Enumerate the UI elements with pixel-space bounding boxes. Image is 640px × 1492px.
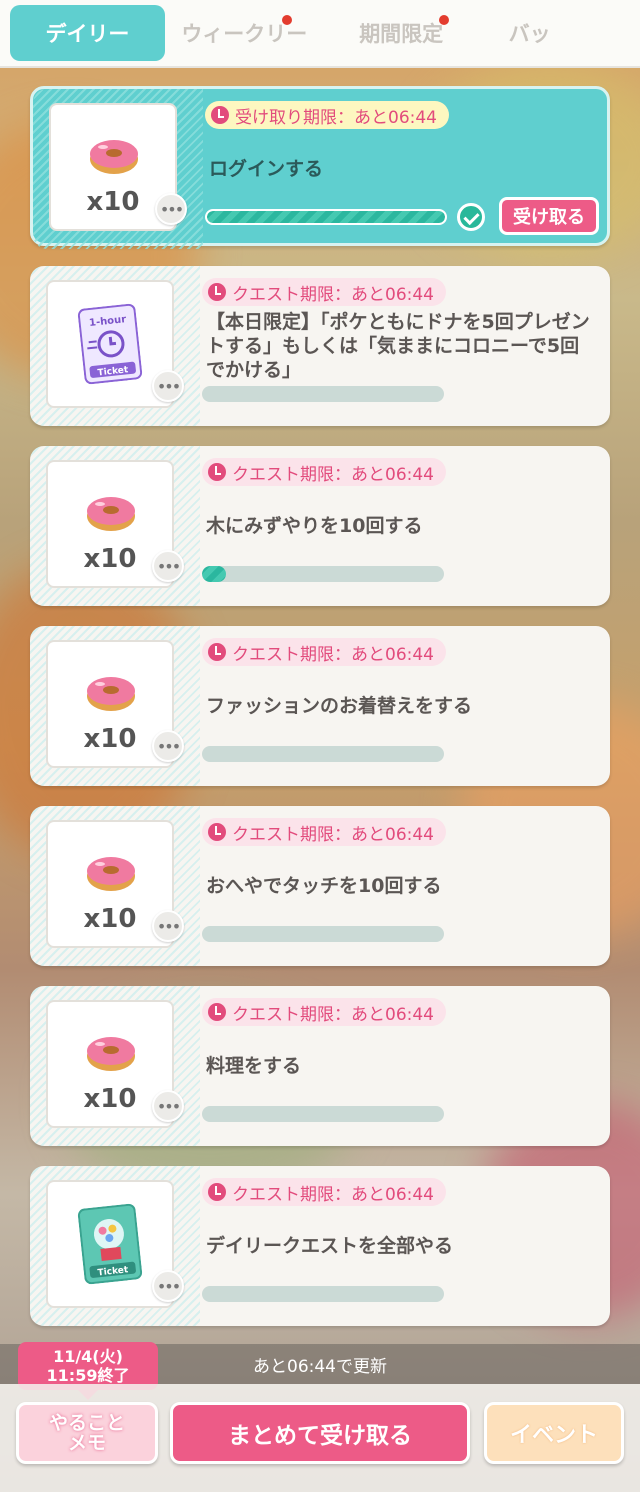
notification-dot xyxy=(438,15,449,25)
reward-details-button[interactable]: ••• xyxy=(152,1090,184,1122)
notification-dot xyxy=(281,15,292,25)
clock-icon xyxy=(208,1183,226,1201)
deadline-badge: 受け取り期限：あと06:44 xyxy=(205,101,449,129)
reward-details-button[interactable]: ••• xyxy=(152,370,184,402)
deadline-badge: クエスト期限：あと06:44 xyxy=(202,998,446,1026)
donut-icon xyxy=(86,492,136,532)
donut-icon xyxy=(89,135,139,175)
tab-badge[interactable]: バッ xyxy=(481,5,638,61)
quest-card: x10 ••• 受け取り期限：あと06:44 ログインする 受け取る xyxy=(30,86,610,249)
deadline-badge: クエスト期限：あと06:44 xyxy=(202,818,446,846)
check-icon xyxy=(457,203,485,231)
reward-details-button[interactable]: ••• xyxy=(152,1270,184,1302)
todo-memo-button[interactable]: やること メモ xyxy=(16,1402,158,1464)
clock-icon xyxy=(208,823,226,841)
end-time: 11:59終了 xyxy=(46,1366,130,1385)
reward-details-button[interactable]: ••• xyxy=(155,193,187,225)
bulk-claim-button[interactable]: まとめて受け取る xyxy=(170,1402,470,1464)
progress-fill xyxy=(202,566,227,582)
progress-bar xyxy=(202,926,444,942)
1-hour-ticket-icon: 1-hour Ticket xyxy=(77,303,143,385)
clock-icon xyxy=(208,1003,226,1021)
progress-bar xyxy=(202,1106,444,1122)
quest-card: x10 ••• クエスト期限：あと06:44 料理をする xyxy=(30,986,610,1146)
clock-icon xyxy=(208,283,226,301)
progress-fill xyxy=(207,211,445,223)
end-date: 11/4(火) xyxy=(53,1347,123,1366)
event-button[interactable]: イベント xyxy=(484,1402,624,1464)
progress-bar xyxy=(202,1286,444,1302)
progress-bar xyxy=(205,209,447,225)
quest-description: ログインする xyxy=(209,158,324,180)
tab-limited[interactable]: 期間限定 xyxy=(324,5,479,61)
update-text: あと06:44で更新 xyxy=(253,1357,387,1377)
tab-bar: デイリー ウィークリー 期間限定 バッ xyxy=(0,0,640,68)
deadline-badge: クエスト期限：あと06:44 xyxy=(202,278,446,306)
deadline-badge: クエスト期限：あと06:44 xyxy=(202,458,446,486)
quest-card: Ticket ••• クエスト期限：あと06:44 デイリークエストを全部やる xyxy=(30,1166,610,1326)
quest-card: x10 ••• クエスト期限：あと06:44 ファッションのお着替えをする xyxy=(30,626,610,786)
gacha-ticket-icon: Ticket xyxy=(77,1203,143,1285)
quest-description: デイリークエストを全部やる xyxy=(206,1235,454,1257)
quest-description: ファッションのお着替えをする xyxy=(206,695,473,717)
deadline-badge: クエスト期限：あと06:44 xyxy=(202,1178,446,1206)
claim-button[interactable]: 受け取る xyxy=(499,197,599,235)
progress-bar xyxy=(202,386,444,402)
quest-card: x10 ••• クエスト期限：あと06:44 おへやでタッチを10回する xyxy=(30,806,610,966)
reward-details-button[interactable]: ••• xyxy=(152,910,184,942)
quest-description: 料理をする xyxy=(206,1055,302,1077)
donut-icon xyxy=(86,852,136,892)
clock-icon xyxy=(208,643,226,661)
tab-daily[interactable]: デイリー xyxy=(10,5,165,61)
tab-weekly[interactable]: ウィークリー xyxy=(167,5,322,61)
clock-icon xyxy=(211,106,229,124)
donut-icon xyxy=(86,1032,136,1072)
quest-card: 1-hour Ticket ••• クエスト期限：あと06:44 【本日限定】「… xyxy=(30,266,610,426)
quest-description: おへやでタッチを10回する xyxy=(206,875,442,897)
reward-details-button[interactable]: ••• xyxy=(152,550,184,582)
progress-bar xyxy=(202,746,444,762)
end-date-badge: 11/4(火) 11:59終了 xyxy=(18,1342,158,1400)
clock-icon xyxy=(208,463,226,481)
progress-bar xyxy=(202,566,444,582)
deadline-badge: クエスト期限：あと06:44 xyxy=(202,638,446,666)
reward-details-button[interactable]: ••• xyxy=(152,730,184,762)
quest-card: x10 ••• クエスト期限：あと06:44 木にみずやりを10回する xyxy=(30,446,610,606)
quest-description: 【本日限定】「ポケともにドナを5回プレゼントする」もしくは「気ままにコロニーで5… xyxy=(206,311,590,381)
donut-icon xyxy=(86,672,136,712)
quest-description: 木にみずやりを10回する xyxy=(206,515,423,537)
